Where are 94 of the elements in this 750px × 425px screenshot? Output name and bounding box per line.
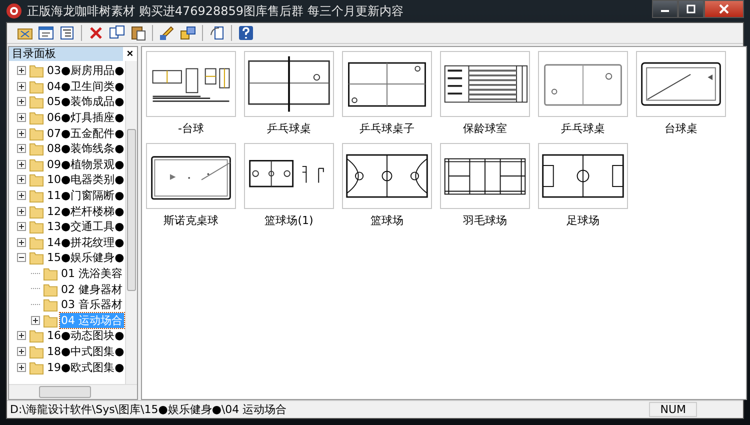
maximize-button[interactable] [678, 0, 704, 18]
folder-icon [43, 297, 58, 312]
folder-icon [29, 126, 44, 141]
window-icon [38, 25, 54, 41]
expand-icon[interactable] [17, 113, 26, 122]
tree-item[interactable]: 09●植物景观● [46, 156, 126, 172]
shapes-icon [180, 25, 196, 41]
tree-item[interactable]: 01 洗浴美容 [60, 266, 124, 282]
tree-item[interactable]: 18●中式图集● [46, 344, 126, 359]
expand-icon[interactable] [17, 160, 26, 169]
tree-item[interactable]: 03 音乐器材 [60, 297, 124, 312]
tree-item[interactable]: 06●灯具插座● [46, 110, 126, 126]
scrollbar-thumb[interactable] [127, 129, 136, 291]
tree-item[interactable]: 04●卫生间类● [46, 78, 126, 94]
folder-icon [29, 234, 44, 250]
tree-item[interactable]: 13●交通工具● [46, 219, 126, 234]
expand-icon[interactable] [31, 316, 40, 325]
tree-item[interactable]: 02 健身器材 [60, 282, 124, 297]
thumbnail-label: 足球场 [566, 213, 600, 229]
copy-icon [109, 25, 125, 41]
folder-icon [29, 328, 44, 344]
folder-icon [29, 188, 44, 204]
expand-icon[interactable] [17, 331, 26, 340]
folder-icon [29, 63, 44, 78]
folder-icon [29, 110, 44, 126]
collapse-icon[interactable] [17, 253, 26, 262]
tree-item[interactable]: 12●栏杆楼梯● [46, 204, 126, 219]
tree-item[interactable]: 11●门窗隔断● [46, 188, 126, 204]
panel-title: 目录面板 [12, 47, 56, 60]
tree-item[interactable]: 05●装饰成品● [46, 94, 126, 110]
expand-icon[interactable] [17, 206, 26, 216]
folder-icon [29, 156, 44, 172]
scrollbar-thumb[interactable] [39, 386, 91, 398]
tree-item[interactable]: 19●欧式图集● [46, 360, 126, 375]
expand-icon[interactable] [17, 82, 26, 91]
expand-icon[interactable] [17, 346, 26, 356]
shapes-button[interactable] [178, 24, 198, 42]
folder-icon [43, 266, 58, 282]
close-button[interactable]: × [124, 47, 136, 61]
expand-icon[interactable] [17, 66, 26, 76]
delete-icon [88, 25, 104, 41]
minimize-button[interactable] [652, 0, 678, 18]
app-logo-icon [6, 3, 22, 19]
status-path: D:\海龍设计软件\Sys\图库\15●娱乐健身●\04 运动场合 [10, 402, 287, 417]
thumbnail-label: 保龄球室 [463, 121, 507, 137]
tree-item[interactable]: 07●五金配件● [46, 126, 126, 141]
close-icon [719, 4, 729, 14]
tree-item[interactable]: 14●拼花纹理● [46, 234, 126, 250]
folder-icon [29, 94, 44, 110]
close-button[interactable] [704, 0, 744, 18]
thumbnail-label: 羽毛球场 [463, 213, 507, 229]
thumbnail-label: -台球 [178, 121, 204, 137]
thumbnail-label: 乒乓球桌子 [360, 121, 414, 137]
thumbnail-label: 台球桌 [664, 121, 698, 137]
help-button[interactable] [236, 24, 256, 42]
vertical-scrollbar[interactable] [125, 61, 137, 384]
folder-icon [29, 204, 44, 219]
folder-icon [43, 282, 58, 297]
thumbnail-label: 斯诺克桌球 [164, 213, 218, 229]
window-title: 正版海龙咖啡树素材 购买进476928859图库售后群 每三个月更新内容 [27, 2, 404, 20]
list-icon [59, 25, 75, 41]
maximize-icon [686, 4, 696, 14]
folder-icon [29, 78, 44, 94]
tree-item[interactable]: 08●装饰线条● [46, 141, 126, 156]
folder-icon [29, 344, 44, 359]
window-button[interactable] [36, 24, 56, 42]
tree-item[interactable]: 10●电器类别● [46, 172, 126, 188]
folder-icon [29, 250, 44, 266]
expand-icon[interactable] [17, 222, 26, 232]
pencil-icon [159, 25, 175, 41]
folder-icon [43, 312, 58, 328]
folder-icon [29, 219, 44, 234]
status-indicator: NUM [649, 402, 697, 417]
expand-icon[interactable] [17, 191, 26, 200]
thumbnail-label: 乒乓球桌 [561, 121, 605, 137]
expand-icon[interactable] [17, 128, 26, 138]
tree-item[interactable]: 16●动态图块● [46, 328, 126, 344]
expand-icon[interactable] [17, 175, 26, 184]
expand-icon[interactable] [17, 97, 26, 106]
horizontal-scrollbar[interactable] [9, 384, 137, 399]
tree-item[interactable]: 03●厨房用品● [46, 63, 126, 78]
thumbnail-label: 篮球场 [370, 213, 404, 229]
help-icon [238, 25, 254, 41]
folder-icon [29, 360, 44, 375]
expand-icon[interactable] [17, 362, 26, 372]
expand-icon[interactable] [17, 238, 26, 247]
paste-icon [130, 25, 146, 41]
thumbnail-label: 篮球场(1) [264, 213, 314, 229]
thumbnail-label: 乒乓球桌 [267, 121, 311, 137]
expand-icon[interactable] [17, 144, 26, 154]
folder-icon [29, 172, 44, 188]
tree-item[interactable]: 15●娱乐健身● [46, 250, 126, 266]
document-arrow-icon [209, 25, 225, 41]
folder-icon [29, 141, 44, 156]
